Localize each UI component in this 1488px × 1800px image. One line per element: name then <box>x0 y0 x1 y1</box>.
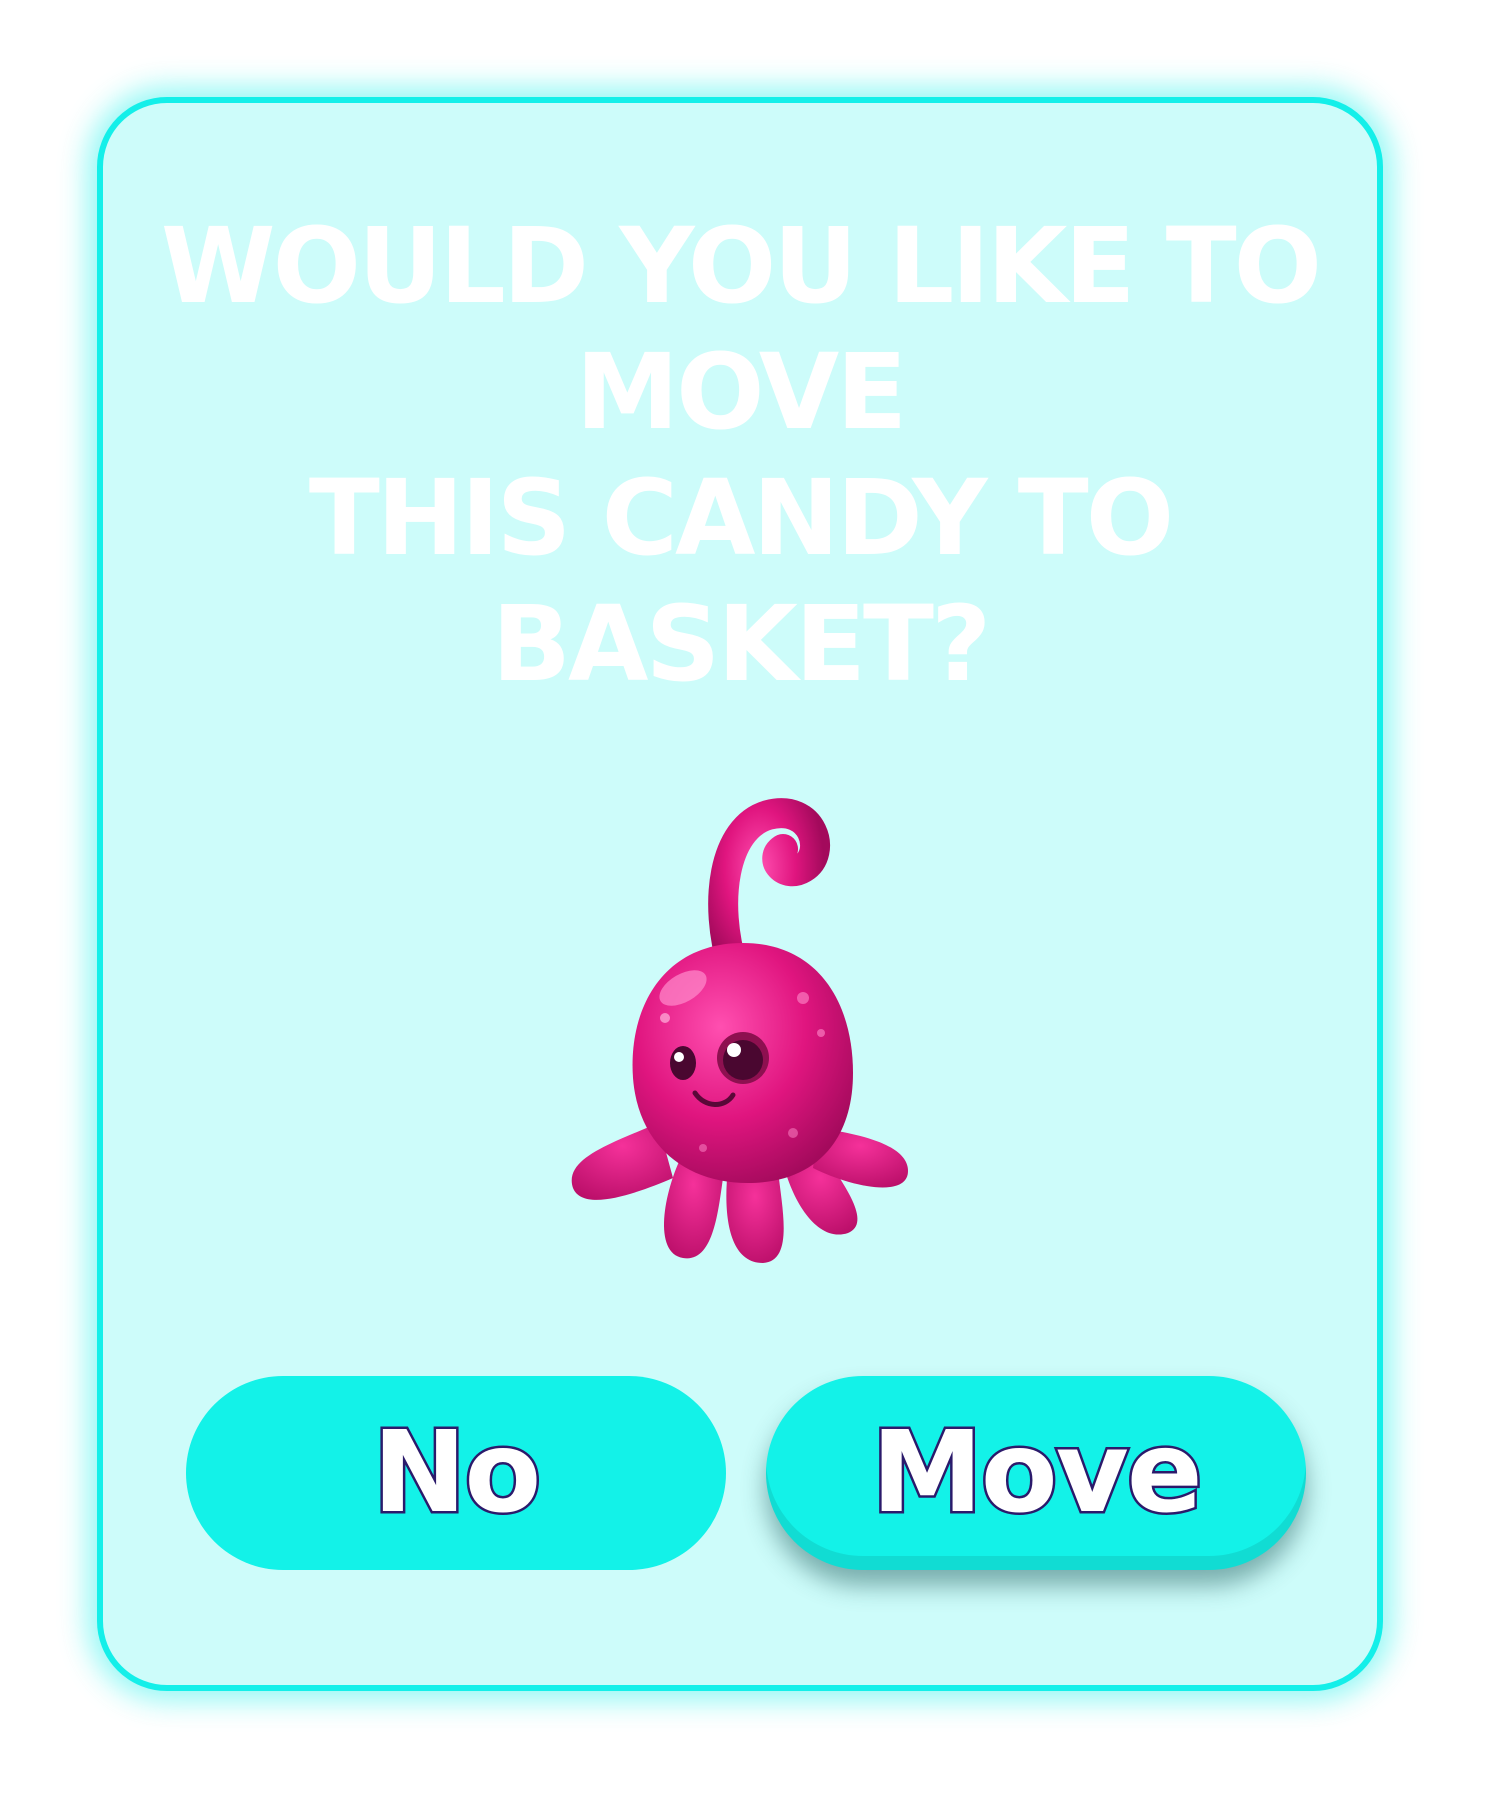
move-candy-dialog: Would you like to move this candy to bas… <box>97 97 1383 1691</box>
octopus-candy-icon <box>571 798 908 1263</box>
title-line-3: this candy to <box>308 457 1174 579</box>
move-button[interactable]: Move <box>766 1376 1306 1570</box>
dialog-title: Would you like to move this candy to bas… <box>143 203 1337 707</box>
title-line-2: move <box>575 331 908 453</box>
title-line-1: Would you like to <box>160 205 1322 327</box>
no-button[interactable]: No <box>186 1376 726 1570</box>
title-line-4: basket? <box>491 583 992 705</box>
move-button-label: Move <box>869 1406 1205 1541</box>
no-button-label: No <box>370 1406 544 1541</box>
